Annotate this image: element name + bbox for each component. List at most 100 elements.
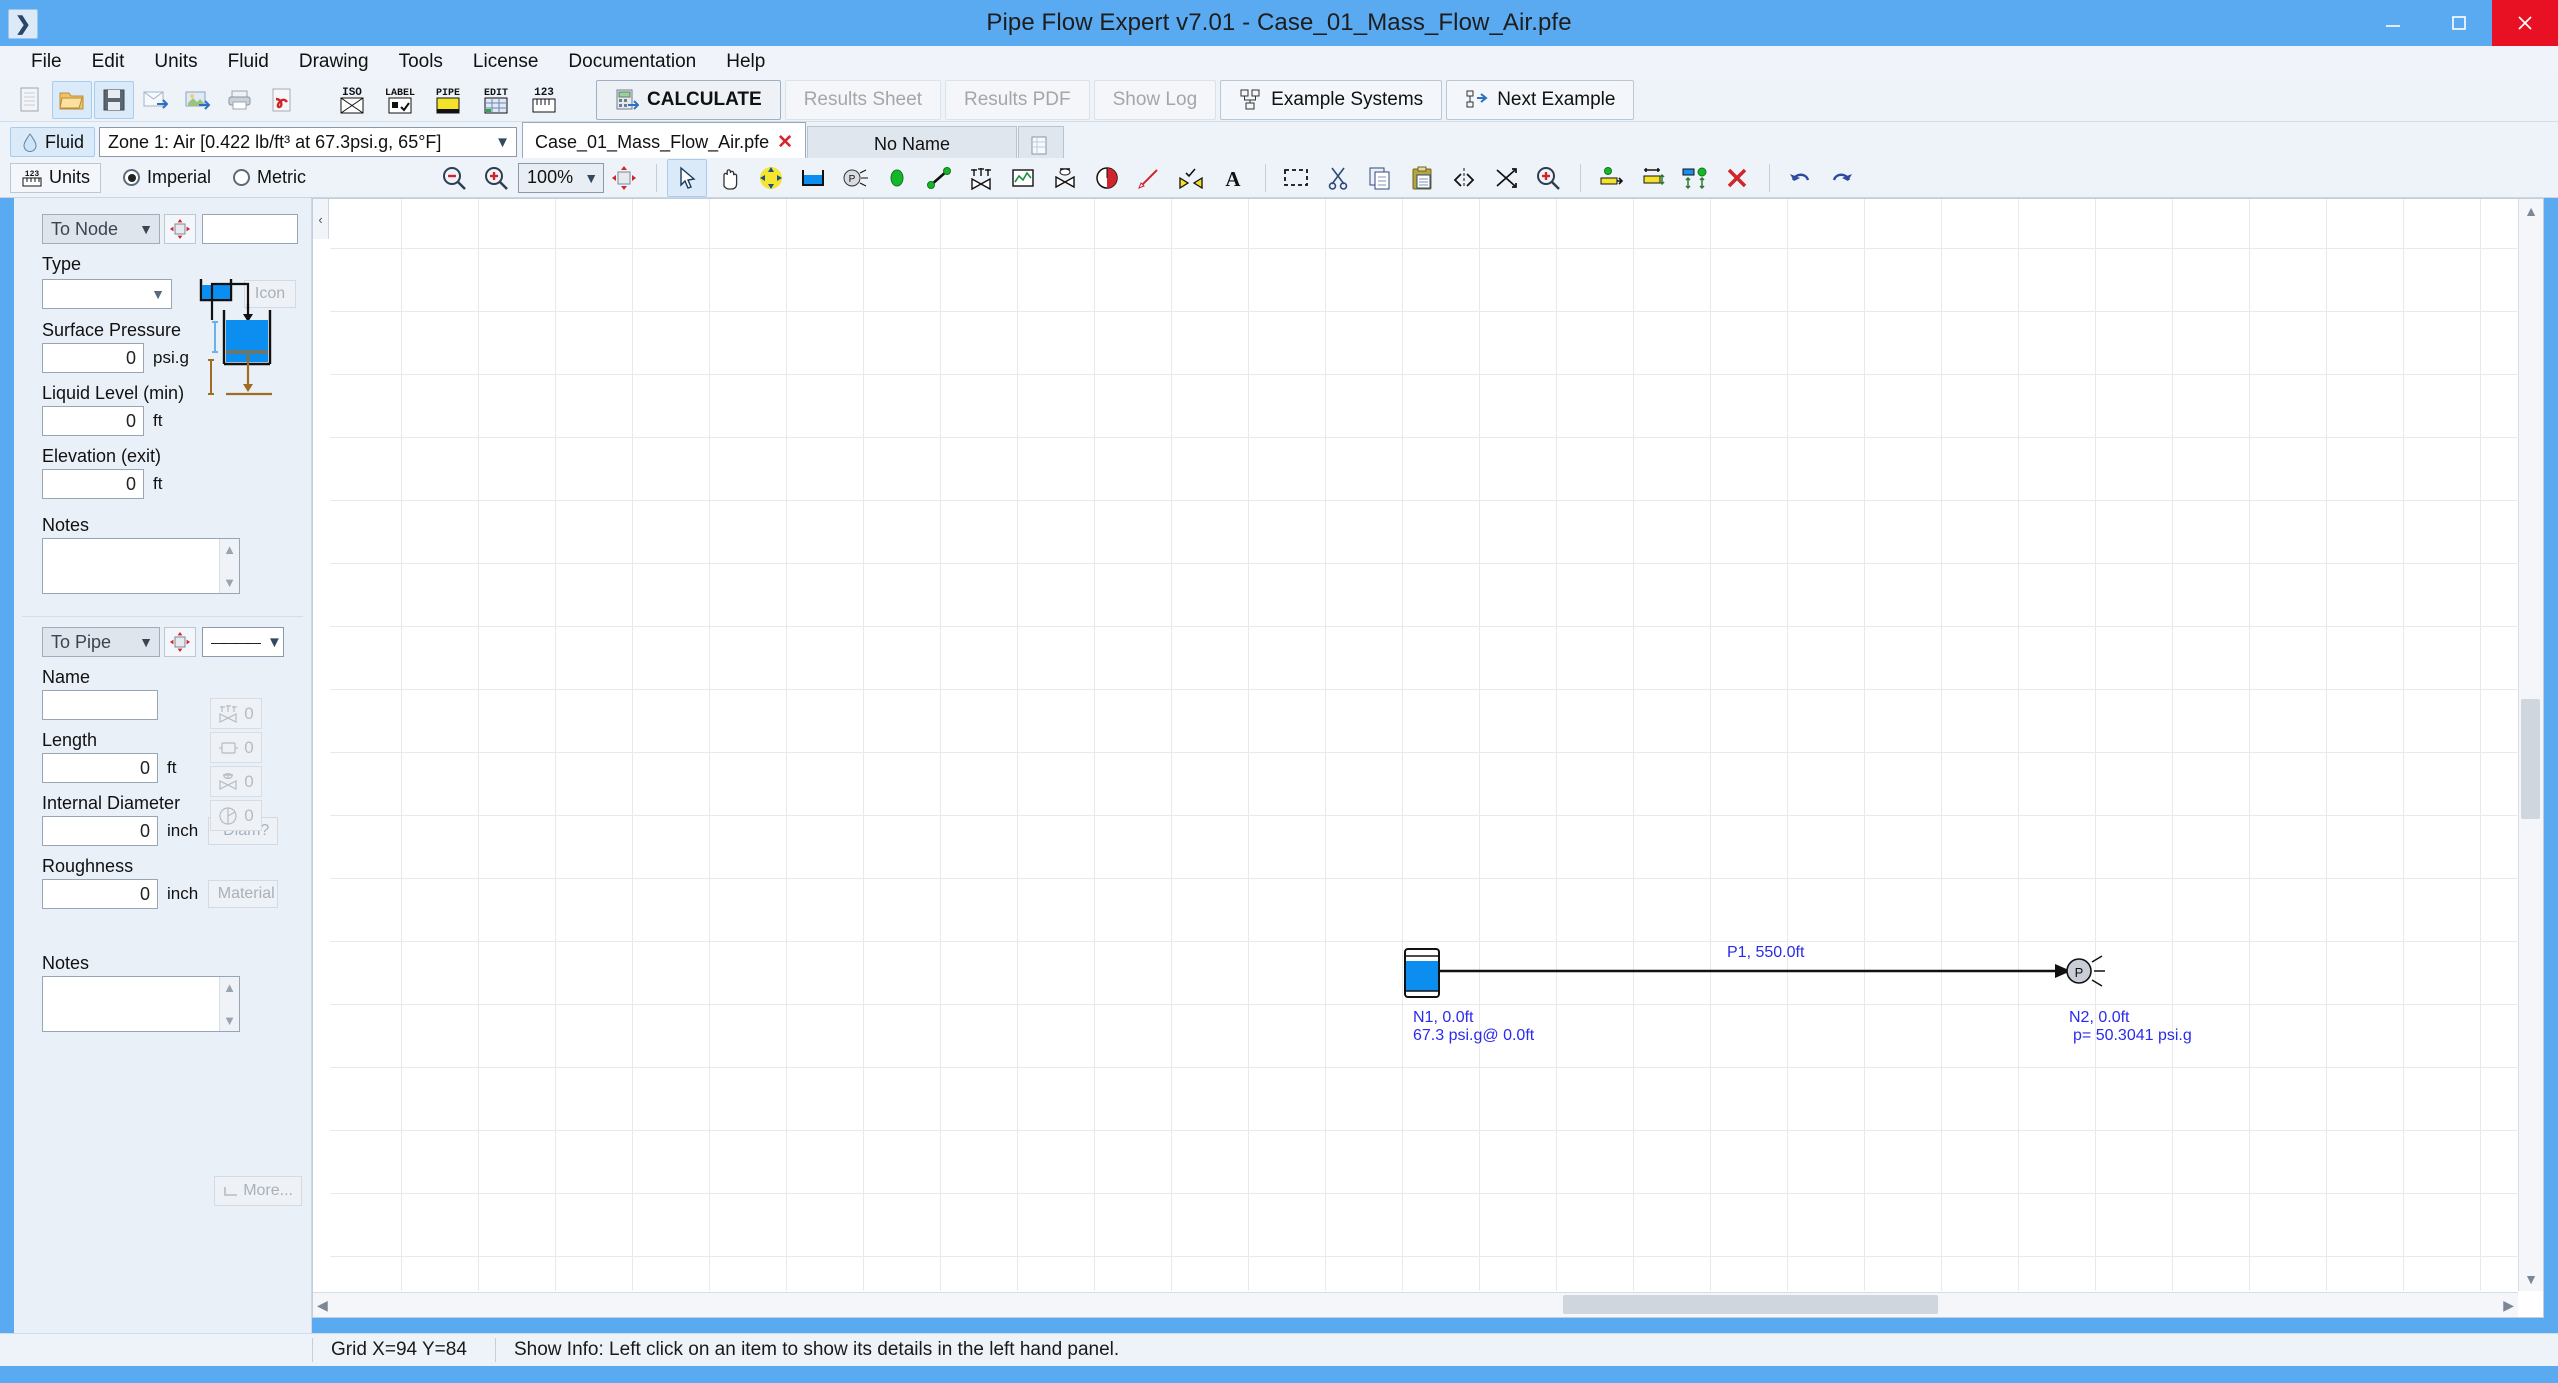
pipe-notes-input[interactable]: ▲ ▼ xyxy=(42,976,240,1032)
horizontal-scroll-thumb[interactable] xyxy=(1563,1295,1938,1314)
zoom-out-icon[interactable] xyxy=(434,159,474,197)
pipe-more-button[interactable]: More... xyxy=(214,1176,302,1206)
next-example-button[interactable]: Next Example xyxy=(1446,79,1635,120)
results-pdf-button[interactable]: Results PDF xyxy=(944,79,1090,120)
distribute-vertical-icon[interactable] xyxy=(1675,159,1715,197)
flow-arrow-tool[interactable] xyxy=(1129,159,1169,197)
calculate-button[interactable]: CALCULATE xyxy=(596,79,781,120)
undo-icon[interactable] xyxy=(1780,159,1820,197)
pipe-view-icon[interactable]: PIPE xyxy=(426,81,470,119)
valve-tool[interactable] xyxy=(961,159,1001,197)
elevation-input[interactable]: 0 xyxy=(42,469,144,499)
end-pressure-tool[interactable]: P xyxy=(835,159,875,197)
new-tab-icon[interactable] xyxy=(1018,126,1065,162)
label-view-icon[interactable]: LABEL xyxy=(378,81,422,119)
maximize-button[interactable] xyxy=(2426,0,2492,46)
close-icon[interactable]: ✕ xyxy=(777,131,793,154)
units-view-icon[interactable]: 123 xyxy=(522,81,566,119)
flip-horizontal-icon[interactable] xyxy=(1444,159,1484,197)
liquid-level-input[interactable]: 0 xyxy=(42,406,144,436)
node-selector[interactable]: To Node ▼ xyxy=(42,214,160,244)
show-log-button[interactable]: Show Log xyxy=(1093,79,1217,120)
menu-item-help[interactable]: Help xyxy=(711,48,780,76)
chevron-down-icon[interactable]: ▼ xyxy=(223,1013,236,1028)
pipe-tool[interactable] xyxy=(919,159,959,197)
marquee-select-tool[interactable] xyxy=(1276,159,1316,197)
results-sheet-button[interactable]: Results Sheet xyxy=(784,79,941,120)
tab-case-01[interactable]: Case_01_Mass_Flow_Air.pfe ✕ xyxy=(522,122,807,162)
copy-icon[interactable] xyxy=(1360,159,1400,197)
minimize-button[interactable] xyxy=(2360,0,2426,46)
node-name-input[interactable] xyxy=(202,214,298,244)
cut-icon[interactable] xyxy=(1318,159,1358,197)
paste-icon[interactable] xyxy=(1402,159,1442,197)
scroll-right-icon[interactable]: ▶ xyxy=(2503,1297,2514,1314)
zoom-level-select[interactable]: 100% ▼ xyxy=(518,162,605,193)
menu-item-edit[interactable]: Edit xyxy=(77,48,140,76)
radio-metric[interactable]: Metric xyxy=(233,167,306,188)
radio-imperial[interactable]: Imperial xyxy=(123,167,211,188)
zoom-in-icon[interactable] xyxy=(476,159,516,197)
iso-view-icon[interactable]: ISO xyxy=(330,81,374,119)
menu-item-license[interactable]: License xyxy=(458,48,554,76)
scroll-left-icon[interactable]: ◀ xyxy=(317,1297,328,1314)
control-valves-count-button[interactable]: 0 xyxy=(210,766,262,797)
fittings-count-button[interactable]: 0 xyxy=(210,698,262,729)
fluid-button[interactable]: Fluid xyxy=(10,127,96,157)
node-notes-input[interactable]: ▲ ▼ xyxy=(42,538,240,594)
pan-hand-tool[interactable] xyxy=(709,159,749,197)
distribute-horizontal-icon[interactable] xyxy=(1633,159,1673,197)
align-horizontal-icon[interactable] xyxy=(1591,159,1631,197)
components-count-button[interactable]: 0 xyxy=(210,732,262,763)
menu-item-documentation[interactable]: Documentation xyxy=(553,48,711,76)
surface-pressure-input[interactable]: 0 xyxy=(42,343,144,373)
locate-pipe-icon[interactable] xyxy=(164,627,196,657)
node-notes-scrollbar[interactable]: ▲ ▼ xyxy=(219,539,239,593)
canvas-horizontal-scrollbar[interactable]: ◀ ▶ xyxy=(313,1292,2518,1317)
roughness-input[interactable]: 0 xyxy=(42,879,158,909)
pdf-icon[interactable] xyxy=(262,81,302,119)
menu-item-tools[interactable]: Tools xyxy=(384,48,458,76)
move-node-tool[interactable] xyxy=(751,159,791,197)
fluid-zone-select[interactable]: Zone 1: Air [0.422 lb/ft³ at 67.3psi.g, … xyxy=(99,127,518,157)
new-file-icon[interactable] xyxy=(10,81,50,119)
export-image-icon[interactable] xyxy=(178,81,218,119)
email-icon[interactable] xyxy=(136,81,176,119)
chevron-up-icon[interactable]: ▲ xyxy=(223,542,236,557)
delete-icon[interactable] xyxy=(1717,159,1757,197)
material-lookup-button[interactable]: Material xyxy=(208,880,279,908)
drawing-canvas[interactable]: ‹ P P1, 550.0ft N1, 0.0ft 67.3 psi.g@ 0.… xyxy=(312,198,2544,1318)
print-icon[interactable] xyxy=(220,81,260,119)
menu-item-fluid[interactable]: Fluid xyxy=(213,48,284,76)
join-point-tool[interactable] xyxy=(877,159,917,197)
panel-collapse-handle[interactable]: ‹ xyxy=(313,199,329,239)
chevron-down-icon[interactable]: ▼ xyxy=(223,575,236,590)
locate-node-icon[interactable] xyxy=(164,214,196,244)
edit-view-icon[interactable]: EDIT xyxy=(474,81,518,119)
component-tool[interactable] xyxy=(1003,159,1043,197)
pipe-notes-scrollbar[interactable]: ▲ ▼ xyxy=(219,977,239,1031)
open-folder-icon[interactable] xyxy=(52,80,92,119)
pumps-count-button[interactable]: 0 xyxy=(210,800,262,831)
pipe-name-input[interactable] xyxy=(42,690,158,720)
text-tool[interactable]: A xyxy=(1213,159,1253,197)
pipe-length-input[interactable]: 0 xyxy=(42,753,158,783)
menu-item-file[interactable]: File xyxy=(16,48,77,76)
scroll-up-icon[interactable]: ▲ xyxy=(2524,203,2538,219)
chevron-up-icon[interactable]: ▲ xyxy=(223,980,236,995)
node-type-select[interactable]: ▼ xyxy=(42,278,172,309)
save-icon[interactable] xyxy=(94,80,134,119)
internal-diameter-input[interactable]: 0 xyxy=(42,816,158,846)
menu-item-units[interactable]: Units xyxy=(139,48,212,76)
tank-tool[interactable] xyxy=(793,159,833,197)
menu-item-drawing[interactable]: Drawing xyxy=(284,48,384,76)
pipe-selector[interactable]: To Pipe ▼ xyxy=(42,627,160,657)
fit-to-view-icon[interactable] xyxy=(604,159,644,197)
pump-tool[interactable] xyxy=(1087,159,1127,197)
select-pointer-tool[interactable] xyxy=(667,158,708,197)
redo-icon[interactable] xyxy=(1822,159,1862,197)
check-valve-tool[interactable] xyxy=(1171,159,1211,197)
close-button[interactable] xyxy=(2492,0,2558,46)
units-button[interactable]: 123 Units xyxy=(10,162,102,193)
example-systems-button[interactable]: Example Systems xyxy=(1220,79,1443,120)
